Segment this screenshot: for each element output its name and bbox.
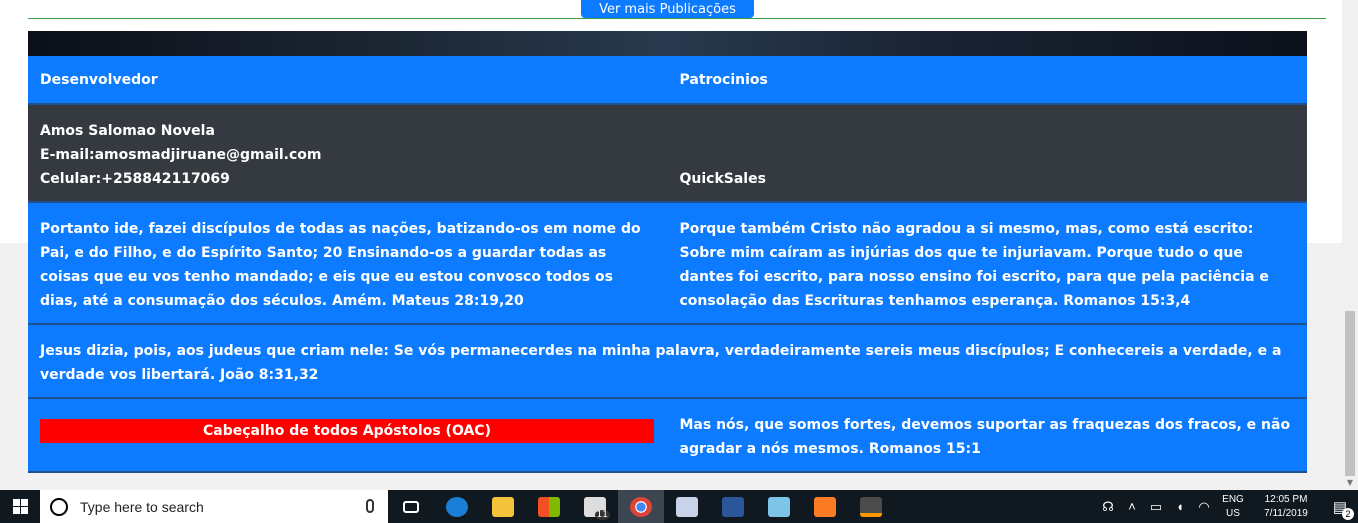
verse-full-row: Jesus dizia, pois, aos judeus que criam … bbox=[28, 325, 1307, 399]
apostles-header-link[interactable]: Cabeçalho de todos Apóstolos (OAC) bbox=[40, 419, 654, 443]
notification-badge: 2 bbox=[1342, 507, 1354, 520]
footer-table: Desenvolvedor Patrocinios Amos Salomao N… bbox=[28, 56, 1307, 473]
lang-top: ENG bbox=[1222, 493, 1244, 505]
clock-date: 7/11/2019 bbox=[1264, 507, 1308, 519]
wifi-icon[interactable]: ◠ bbox=[1192, 499, 1216, 515]
footer-header-row: Desenvolvedor Patrocinios bbox=[28, 56, 1307, 105]
verse-john: Jesus dizia, pois, aos judeus que criam … bbox=[40, 343, 1282, 383]
sponsor-name: QuickSales bbox=[679, 171, 766, 187]
developer-info: Amos Salomao Novela E-mail:amosmadjiruan… bbox=[28, 105, 668, 191]
system-tray: ☊ ˄ ▭ ◖ ◠ ENG US 12:05 PM 7/11/2019 ▤ 2 bbox=[1096, 490, 1358, 523]
xampp-icon[interactable] bbox=[802, 490, 848, 523]
contact-row: Amos Salomao Novela E-mail:amosmadjiruan… bbox=[28, 105, 1307, 203]
banner-image bbox=[28, 31, 1307, 56]
divider bbox=[28, 18, 1326, 19]
developer-name: Amos Salomao Novela bbox=[40, 123, 215, 139]
volume-icon[interactable]: ◖ bbox=[1168, 499, 1192, 514]
sponsors-header: Patrocinios bbox=[679, 71, 768, 88]
chrome-icon[interactable] bbox=[618, 490, 664, 523]
scroll-down-arrow-icon[interactable]: ▼ bbox=[1345, 478, 1355, 488]
lang-bottom: US bbox=[1226, 507, 1240, 519]
mail-icon[interactable]: 11 bbox=[572, 490, 618, 523]
scrollbar-thumb[interactable] bbox=[1345, 311, 1355, 476]
app-icon[interactable] bbox=[664, 490, 710, 523]
sublime-text-icon[interactable] bbox=[848, 490, 894, 523]
task-view-icon[interactable] bbox=[388, 490, 434, 523]
chevron-up-icon[interactable]: ˄ bbox=[1120, 499, 1144, 514]
developer-email: E-mail:amosmadjiruane@gmail.com bbox=[40, 147, 322, 163]
taskbar-search-box[interactable]: Type here to search bbox=[40, 490, 388, 523]
windows-logo-icon bbox=[12, 499, 28, 514]
windows-taskbar: Type here to search 11 ☊ ˄ ▭ ◖ ◠ ENG US … bbox=[0, 490, 1358, 523]
clock[interactable]: 12:05 PM 7/11/2019 bbox=[1250, 493, 1322, 521]
cortana-icon bbox=[50, 497, 68, 516]
battery-icon[interactable]: ▭ bbox=[1144, 499, 1168, 515]
verses-row: Portanto ide, fazei discípulos de todas … bbox=[28, 203, 1307, 325]
people-icon[interactable]: ☊ bbox=[1096, 499, 1120, 515]
last-row: Cabeçalho de todos Apóstolos (OAC) Mas n… bbox=[28, 399, 1307, 473]
developer-phone: Celular:+258842117069 bbox=[40, 171, 230, 187]
start-button[interactable] bbox=[0, 490, 40, 523]
store-icon[interactable] bbox=[526, 490, 572, 523]
action-center-icon[interactable]: ▤ 2 bbox=[1322, 498, 1358, 520]
apostles-cell: Cabeçalho de todos Apóstolos (OAC) bbox=[28, 399, 668, 471]
file-explorer-icon[interactable] bbox=[480, 490, 526, 523]
verse-romans-15-3: Porque também Cristo não agradou a si me… bbox=[679, 221, 1269, 309]
mail-badge: 11 bbox=[594, 510, 610, 520]
input-language[interactable]: ENG US bbox=[1216, 493, 1250, 521]
verse-matthew: Portanto ide, fazei discípulos de todas … bbox=[40, 221, 641, 309]
search-placeholder: Type here to search bbox=[80, 498, 204, 515]
clock-time: 12:05 PM bbox=[1264, 493, 1308, 505]
microphone-icon[interactable] bbox=[366, 499, 374, 513]
verse-romans-15-1: Mas nós, que somos fortes, devemos supor… bbox=[679, 417, 1291, 457]
word-icon[interactable] bbox=[710, 490, 756, 523]
developer-header: Desenvolvedor bbox=[40, 71, 158, 88]
edge-browser-icon[interactable] bbox=[434, 490, 480, 523]
see-more-posts-button[interactable]: Ver mais Publicações bbox=[581, 0, 754, 18]
notes-icon[interactable] bbox=[756, 490, 802, 523]
